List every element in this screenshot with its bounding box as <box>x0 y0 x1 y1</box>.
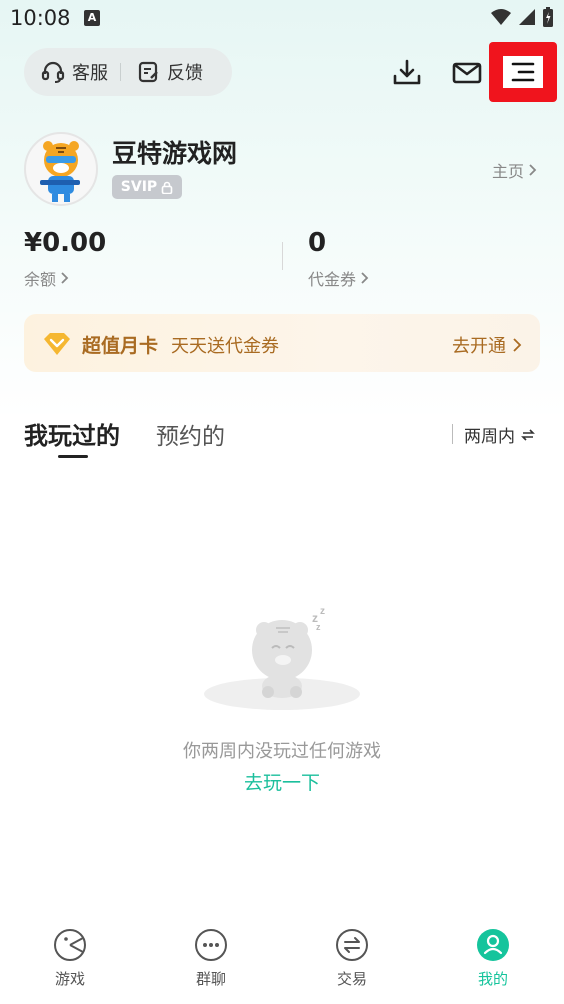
home-link-label: 主页 <box>492 162 525 181</box>
feedback-label: 反馈 <box>167 63 203 84</box>
svip-label: SVIP <box>120 179 158 195</box>
balance-link[interactable]: 余额 <box>24 266 70 290</box>
nav-item-chat[interactable]: 群聊 <box>171 928 251 989</box>
coupon-link[interactable]: 代金券 <box>308 266 370 290</box>
download-button[interactable] <box>390 56 424 90</box>
status-time: 10:08 <box>10 6 71 30</box>
trade-icon <box>336 929 368 961</box>
customer-service-button[interactable]: 客服 <box>24 59 108 85</box>
monthly-card-action-label: 去开通 <box>452 336 506 357</box>
sleeping-mascot-illustration: z z z <box>200 600 364 716</box>
customer-service-label: 客服 <box>72 63 108 84</box>
feedback-button[interactable]: 反馈 <box>121 59 203 85</box>
nav-label-game: 游戏 <box>54 970 85 988</box>
monthly-card-banner[interactable]: 超值月卡 天天送代金券 去开通 <box>24 314 540 372</box>
service-feedback-pill: 客服 反馈 <box>24 48 232 96</box>
time-filter-label: 两周内 <box>464 427 515 447</box>
nav-label-profile: 我的 <box>477 970 508 988</box>
balance-label: 余额 <box>24 270 57 289</box>
time-filter[interactable]: 两周内 <box>464 422 535 447</box>
profile-icon <box>477 929 509 961</box>
tab-active-indicator <box>58 455 88 458</box>
monthly-card-subtitle: 天天送代金券 <box>171 336 279 357</box>
chevron-right-icon <box>61 272 69 284</box>
nav-label-trade: 交易 <box>336 970 367 988</box>
svip-badge[interactable]: SVIP <box>112 175 182 199</box>
menu-icon <box>511 62 535 82</box>
status-bar: 10:08 A <box>0 0 564 38</box>
chevron-right-icon <box>361 272 369 284</box>
download-icon <box>393 59 421 85</box>
coupon-value[interactable]: 0 <box>308 228 326 258</box>
chat-icon <box>195 929 227 961</box>
game-icon <box>54 929 86 961</box>
monthly-card-action[interactable]: 去开通 <box>452 332 522 358</box>
chevron-right-icon <box>513 338 522 352</box>
sleeping-cat-icon: z z z <box>204 606 360 710</box>
nav-label-chat: 群聊 <box>195 970 226 988</box>
notification-icon: A <box>84 10 100 26</box>
status-indicators <box>490 6 554 28</box>
feedback-icon <box>138 61 158 83</box>
battery-icon <box>543 7 553 27</box>
home-link[interactable]: 主页 <box>492 158 538 182</box>
svg-text:z: z <box>316 622 321 632</box>
empty-state-message: 你两周内没玩过任何游戏 <box>183 741 381 762</box>
coupon-label: 代金券 <box>308 270 357 289</box>
avatar[interactable] <box>24 132 98 206</box>
diamond-icon <box>44 333 70 355</box>
tab-played[interactable]: 我玩过的 <box>24 416 120 451</box>
wifi-icon <box>491 9 511 25</box>
nav-item-game[interactable]: 游戏 <box>30 928 110 989</box>
go-play-link[interactable]: 去玩一下 <box>0 768 564 795</box>
signal-icon <box>519 9 535 25</box>
chevron-right-icon <box>529 164 537 176</box>
wallet-divider <box>282 242 283 270</box>
svg-text:z: z <box>320 606 325 617</box>
lock-icon <box>161 181 173 194</box>
bottom-nav: 游戏 群聊 交易 我的 <box>0 920 564 1004</box>
mail-icon <box>452 62 482 84</box>
nav-item-profile[interactable]: 我的 <box>453 928 533 989</box>
swap-icon <box>521 428 535 441</box>
menu-icon-frame <box>503 56 543 88</box>
mail-button[interactable] <box>450 56 484 90</box>
tiger-avatar-icon <box>40 141 80 202</box>
filter-divider <box>452 424 453 444</box>
headset-icon <box>41 61 65 83</box>
menu-button[interactable] <box>489 42 557 102</box>
username: 豆特游戏网 <box>112 139 238 168</box>
nav-item-trade[interactable]: 交易 <box>312 928 392 989</box>
monthly-card-title: 超值月卡 <box>82 335 159 357</box>
tab-reserved[interactable]: 预约的 <box>156 417 225 451</box>
balance-value[interactable]: ¥0.00 <box>24 228 106 258</box>
